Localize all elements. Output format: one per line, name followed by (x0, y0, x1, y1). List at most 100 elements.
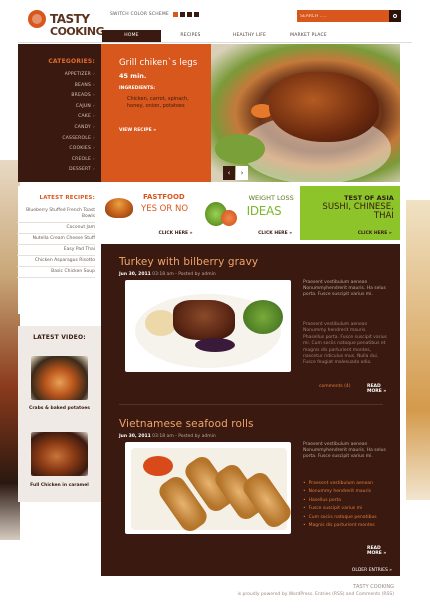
latest-video-panel: LATEST VIDEO: Crabs & baked potatoes Ful… (18, 326, 101, 502)
latest-recipe-link[interactable]: Chicken Asparagus Risotto (17, 256, 95, 267)
video-caption[interactable]: Full Chicken in caramel (18, 483, 101, 488)
category-item[interactable]: BREADS › (62, 91, 95, 102)
post-bullet: Magnis dis parturient montes (303, 522, 377, 530)
category-item[interactable]: BEANS › (62, 81, 95, 92)
post-bullet: Nonummy hendrerit mauris (303, 488, 377, 496)
swatch-dark-2[interactable] (186, 12, 192, 17)
color-switcher-label: SWITCH COLOR SCHEME (110, 12, 169, 17)
color-switcher: SWITCH COLOR SCHEME (110, 12, 199, 17)
post: Vietnamese seafood rolls Jun 30, 2011 03… (119, 418, 389, 568)
banner-asia[interactable]: TEST OF ASIA SUSHI, CHINESE, THAI CLICK … (300, 186, 400, 240)
ingredients-label: INGREDIENTS: (119, 86, 156, 91)
featured-slider: Grill chiken`s legs 45 min. INGREDIENTS:… (101, 44, 400, 182)
category-item[interactable]: CREOLE › (62, 155, 95, 166)
post-excerpt-more: Praesent vestibulum aenean Nonummy hendr… (303, 322, 387, 366)
featured-info: Grill chiken`s legs 45 min. INGREDIENTS:… (101, 44, 211, 182)
post-bullet: Fusce suscipit varius mi (303, 505, 377, 513)
burger-image (105, 198, 133, 218)
tomato-image (220, 210, 237, 226)
latest-recipe-link[interactable]: Easy Pad Thai (17, 245, 95, 256)
slider-controls: ‹ › (223, 166, 248, 180)
older-entries-bar: OLDER ENTRIES » (101, 566, 400, 576)
nav-recipes[interactable]: RECIPES (161, 30, 220, 42)
main-nav: HOME RECIPES HEALTHY LIFE MARKET PLACE (102, 30, 400, 42)
latest-recipe-link[interactable]: Blueberry Stuffed French Toast Bowls (17, 206, 95, 223)
post-bullet: Praesent vestibulum aenean (303, 480, 377, 488)
latest-recipes-title: LATEST RECIPES: (39, 195, 95, 201)
banner-click-link[interactable]: CLICK HERE » (358, 231, 392, 236)
search-bar (297, 10, 401, 22)
post-title[interactable]: Turkey with bilberry gravy (119, 256, 389, 268)
banner-heading: WEIGHT LOSS (248, 194, 294, 202)
slider-prev-button[interactable]: ‹ (223, 166, 235, 180)
latest-recipes-panel: LATEST RECIPES: Blueberry Stuffed French… (17, 186, 101, 314)
read-more-link[interactable]: READ MORE » (367, 546, 389, 556)
category-item[interactable]: CANDY › (62, 123, 95, 134)
post-title[interactable]: Vietnamese seafood rolls (119, 418, 389, 430)
category-item[interactable]: COOKIES › (62, 144, 95, 155)
post-bullet-list: Praesent vestibulum aenean Nonummy hendr… (303, 480, 377, 530)
post-meta: Jun 30, 2011 03:18 am - Posted by admin (119, 272, 216, 277)
featured-title: Grill chiken`s legs (119, 58, 198, 68)
post-comments-link[interactable]: comments (4) (319, 384, 351, 389)
search-icon (393, 14, 397, 18)
banner-click-link[interactable]: CLICK HERE » (159, 231, 193, 236)
category-item[interactable]: CAKE › (62, 112, 95, 123)
post-divider (119, 404, 383, 405)
banner-heading: FASTFOOD (143, 193, 185, 201)
banner-subheading: SUSHI, CHINESE, THAI (322, 202, 394, 221)
banner-weight-loss[interactable]: WEIGHT LOSS IDEAS CLICK HERE » (200, 186, 301, 240)
post-image[interactable] (125, 280, 291, 372)
chef-hat-icon (28, 10, 46, 28)
nav-home[interactable]: HOME (102, 30, 161, 42)
categories-list: APPETIZER › BEANS › BREADS › CAJUN › CAKE › C… (62, 70, 95, 176)
video-caption[interactable]: Crabs & baked potatoes (18, 406, 101, 411)
swatch-dark-1[interactable] (179, 12, 185, 17)
page: TASTY COOKING SWITCH COLOR SCHEME HOME R… (17, 0, 412, 600)
logo-text-line1: TASTY (50, 12, 90, 26)
featured-image (211, 44, 400, 182)
search-button[interactable] (389, 10, 401, 22)
view-recipe-link[interactable]: VIEW RECIPE » (119, 128, 156, 133)
latest-recipe-link[interactable]: Basic Chicken Soup (17, 267, 95, 278)
category-item[interactable]: CAJUN › (62, 102, 95, 113)
categories-panel: CATEGORIES: APPETIZER › BEANS › BREADS › CA… (18, 44, 101, 182)
latest-recipe-link[interactable]: Nutella Cream Cheese Stuff (17, 234, 95, 245)
older-entries-link[interactable]: OLDER ENTRIES » (352, 568, 392, 573)
post-bullet: Hasellus porta (303, 497, 377, 505)
banner-heading: TEST OF ASIA (344, 194, 394, 202)
category-item[interactable]: CASSEROLE › (62, 134, 95, 145)
latest-recipe-link[interactable]: Coconut Jam (17, 223, 95, 234)
video-thumbnail[interactable] (31, 432, 88, 476)
posts-area: Turkey with bilberry gravy Jun 30, 2011 … (101, 244, 400, 576)
footer-credits: is proudly powered by WordPress. Entries… (237, 592, 394, 597)
categories-title: CATEGORIES: (48, 58, 95, 65)
promo-banners: FASTFOOD YES OR NO CLICK HERE » WEIGHT L… (101, 186, 400, 240)
post-excerpt: Praesent vestibulum aenean Nonummyhendre… (303, 442, 386, 460)
logo-text-line2: COOKING (50, 25, 105, 38)
banner-fastfood[interactable]: FASTFOOD YES OR NO CLICK HERE » (101, 186, 201, 240)
post-image[interactable] (125, 442, 291, 534)
category-item[interactable]: APPETIZER › (62, 70, 95, 81)
latest-video-title: LATEST VIDEO: (33, 334, 86, 341)
featured-time: 45 min. (119, 72, 147, 80)
post-meta: Jun 30, 2011 03:18 am - Posted by admin (119, 434, 216, 439)
post-excerpt: Praesent vestibulum aenean Nonummyhendre… (303, 280, 386, 298)
swatch-dark-3[interactable] (193, 12, 199, 17)
site-logo[interactable]: TASTY COOKING (28, 8, 108, 42)
swatch-orange[interactable] (172, 12, 178, 17)
search-input[interactable] (300, 12, 384, 20)
ingredients-text: Chicken, carrot, spinach, honey, onion, … (127, 96, 189, 109)
banner-subheading: IDEAS (246, 204, 282, 218)
slider-next-button[interactable]: › (236, 166, 248, 180)
video-thumbnail[interactable] (31, 356, 88, 400)
banner-subheading: YES OR NO (141, 204, 189, 214)
post-bullet: Cum sociis natoque penatibus (303, 514, 377, 522)
footer-title: TASTY COOKING (353, 584, 394, 590)
banner-click-link[interactable]: CLICK HERE » (258, 231, 292, 236)
nav-healthy-life[interactable]: HEALTHY LIFE (220, 30, 279, 42)
nav-market-place[interactable]: MARKET PLACE (279, 30, 338, 42)
latest-recipes-list: Blueberry Stuffed French Toast Bowls Coc… (17, 206, 95, 278)
read-more-link[interactable]: READ MORE » (367, 384, 389, 394)
category-item[interactable]: DESSERT › (62, 165, 95, 176)
